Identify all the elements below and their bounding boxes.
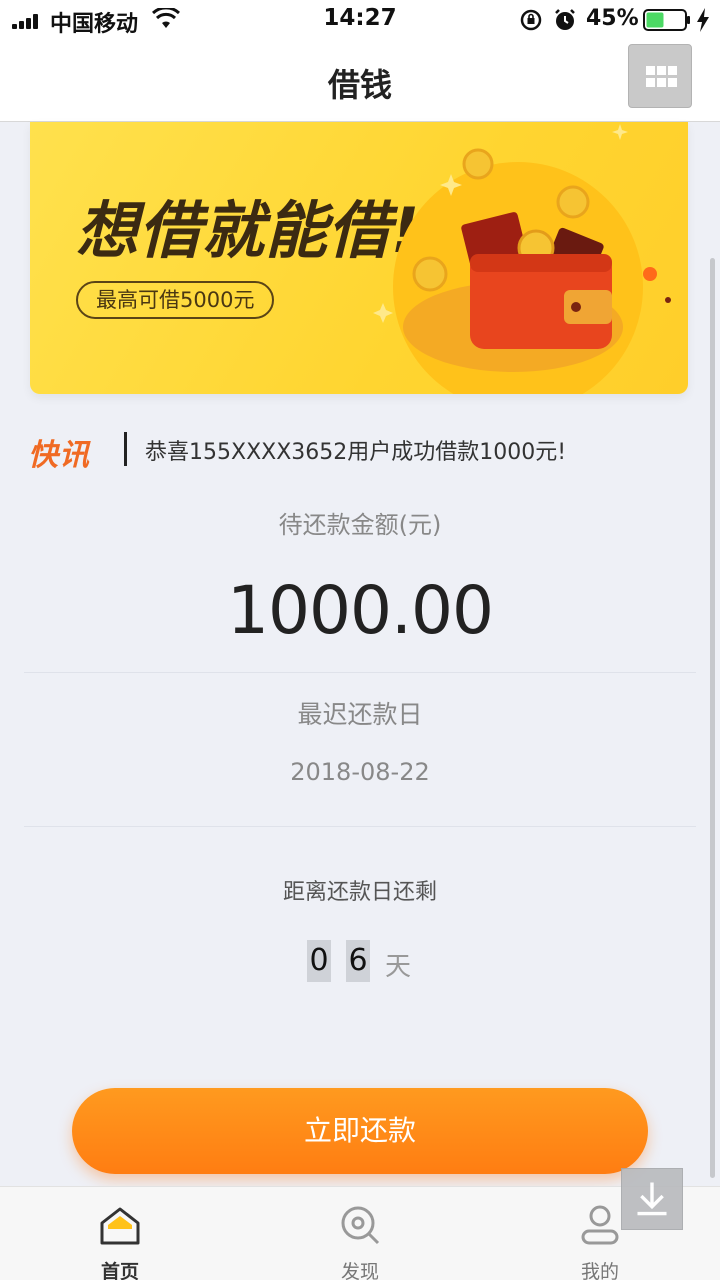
banner-limit-pill: 最高可借5000元 <box>76 281 275 319</box>
status-bar: 中国移动 14:27 45% <box>0 0 720 40</box>
rotation-lock-icon <box>520 9 542 31</box>
tab-label: 首页 <box>100 1261 139 1280</box>
tab-label: 发现 <box>340 1261 379 1280</box>
tab-discover[interactable]: 发现 <box>300 1187 420 1280</box>
amount-due-value: 1000.00 <box>227 572 494 649</box>
divider <box>24 826 696 827</box>
nav-bar: 借钱 <box>0 40 720 122</box>
battery-icon <box>643 9 690 31</box>
grid-menu-icon[interactable] <box>628 44 692 108</box>
promo-banner[interactable]: 想借就能借! 最高可借5000元 <box>30 122 688 394</box>
due-date-value: 2018-08-22 <box>290 758 430 786</box>
tab-bar: 首页 发现 我的 <box>0 1186 720 1280</box>
news-flash-logo: 快讯 <box>28 438 90 473</box>
ticker-divider <box>124 432 127 466</box>
tab-label: 我的 <box>580 1261 619 1280</box>
profile-icon <box>581 1205 619 1245</box>
amount-due-label: 待还款金额(元) <box>278 511 442 539</box>
divider <box>24 672 696 673</box>
scrollbar[interactable] <box>710 258 715 1178</box>
remaining-days-label: 距离还款日还剩 <box>282 880 437 905</box>
due-date-label: 最迟还款日 <box>297 700 423 729</box>
ticker-message: 恭喜155XXXX3652用户成功借款1000元! <box>145 440 567 465</box>
wallet-illustration <box>373 124 671 394</box>
page-title: 借钱 <box>327 66 392 104</box>
discover-icon <box>341 1206 380 1245</box>
tab-home[interactable]: 首页 <box>60 1187 180 1280</box>
countdown-unit: 天 <box>385 952 412 982</box>
charging-icon <box>697 8 709 32</box>
repay-now-button[interactable]: 立即还款 <box>72 1088 648 1174</box>
countdown-digit: 6 <box>346 940 370 982</box>
battery-percent: 45% <box>586 6 639 31</box>
home-icon <box>100 1207 140 1245</box>
countdown-digit: 0 <box>307 940 331 982</box>
download-icon[interactable] <box>621 1168 683 1230</box>
alarm-icon <box>555 9 575 30</box>
